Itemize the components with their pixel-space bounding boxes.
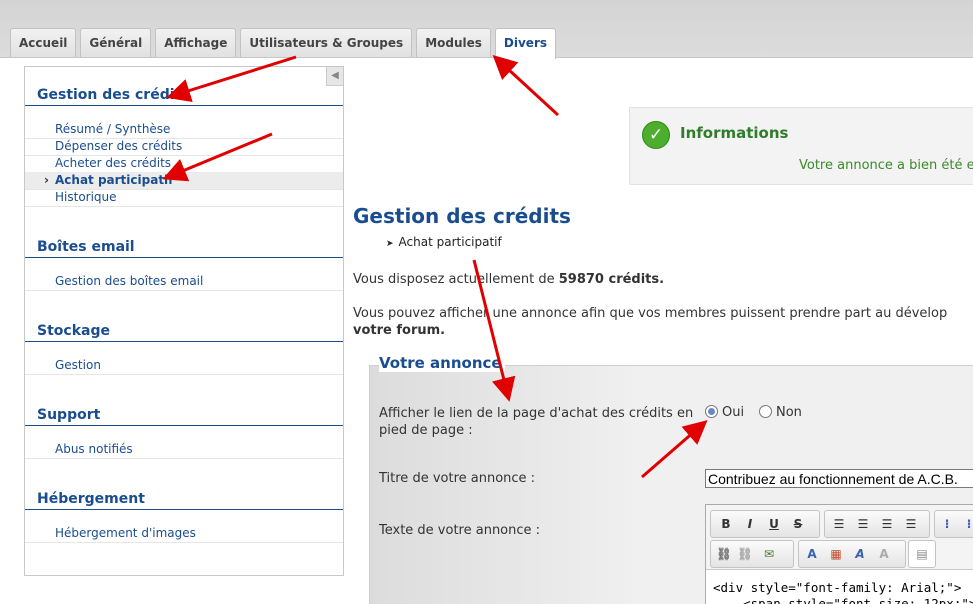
source-toolbar-group: ▤ bbox=[908, 540, 936, 568]
unlink-icon[interactable]: ⛓ bbox=[735, 544, 755, 564]
tab-divers[interactable]: Divers bbox=[494, 28, 557, 59]
sidebar-item-depenser[interactable]: Dépenser des crédits bbox=[25, 138, 343, 156]
source-view-icon[interactable]: ▤ bbox=[912, 544, 932, 564]
align-right-icon[interactable]: ☰ bbox=[877, 514, 897, 534]
email-icon[interactable]: ✉ bbox=[759, 544, 779, 564]
link-icon[interactable]: ⛓ bbox=[714, 544, 734, 564]
sidebar-section-title-credits: Gestion des crédits bbox=[37, 87, 190, 103]
credits-text: Vous disposez actuellement de 59870 créd… bbox=[353, 272, 664, 287]
sidebar-item-label: Résumé / Synthèse bbox=[55, 122, 171, 136]
editor-source-area[interactable]: <div style="font-family: Arial;"> <span … bbox=[706, 569, 973, 604]
show-link-label: Afficher le lien de la page d'achat des … bbox=[379, 405, 693, 439]
credits-value: 59870 crédits. bbox=[558, 272, 665, 287]
style-toolbar-group: A ▦ A A bbox=[798, 540, 906, 568]
tab-modules[interactable]: Modules bbox=[416, 28, 491, 57]
sidebar-item-label: Hébergement d'images bbox=[55, 526, 196, 540]
divider bbox=[25, 425, 343, 426]
bullet-list-icon[interactable]: ⁝ bbox=[937, 514, 957, 534]
bold-icon[interactable]: B bbox=[716, 514, 736, 534]
font-family-icon[interactable]: A bbox=[850, 544, 870, 564]
strikethrough-icon[interactable]: S bbox=[788, 514, 808, 534]
align-toolbar-group: ☰ ☰ ☰ ☰ bbox=[824, 510, 930, 538]
sidebar-item-gestion-email[interactable]: Gestion des boîtes email bbox=[25, 273, 343, 291]
divider bbox=[25, 341, 343, 342]
description-line-1: Vous pouvez afficher une annonce afin qu… bbox=[353, 306, 948, 321]
sidebar-item-label: Acheter des crédits bbox=[55, 156, 172, 170]
tab-affichage[interactable]: Affichage bbox=[155, 28, 237, 57]
sidebar-item-hebergement-images[interactable]: Hébergement d'images bbox=[25, 525, 343, 543]
chevron-right-icon: › bbox=[44, 173, 49, 187]
align-justify-icon[interactable]: ☰ bbox=[901, 514, 921, 534]
font-size-icon[interactable]: A bbox=[802, 544, 822, 564]
align-left-icon[interactable]: ☰ bbox=[829, 514, 849, 534]
fieldset-legend: Votre annonce bbox=[379, 354, 505, 372]
divider bbox=[25, 509, 343, 510]
bullet-arrow-icon: ➤ bbox=[386, 239, 394, 249]
sidebar-item-historique[interactable]: Historique bbox=[25, 189, 343, 207]
list-toolbar-group: ⁝ ⁝ bbox=[934, 510, 973, 538]
title-label: Titre de votre annonce : bbox=[379, 471, 536, 486]
format-toolbar-group: B I U S bbox=[710, 510, 820, 538]
tab-utilisateurs-groupes[interactable]: Utilisateurs & Groupes bbox=[240, 28, 413, 57]
arrow-annotation bbox=[492, 54, 560, 117]
sidebar-item-label: Historique bbox=[55, 190, 117, 204]
sidebar-section-title-stockage: Stockage bbox=[37, 323, 110, 339]
radio-oui[interactable] bbox=[705, 405, 718, 418]
info-box: ✓ Informations Votre annonce a bien été … bbox=[629, 107, 973, 185]
radio-non-label[interactable]: Non bbox=[776, 405, 802, 420]
sidebar-item-abus[interactable]: Abus notifiés bbox=[25, 441, 343, 459]
sidebar-item-achat-participatif[interactable]: › Achat participatif bbox=[25, 172, 343, 190]
show-link-label-line1: Afficher le lien de la page d'achat des … bbox=[379, 406, 694, 421]
numbered-list-icon[interactable]: ⁝ bbox=[959, 514, 973, 534]
title-input[interactable]: Contribuez au fonctionnement de A.C.B. bbox=[705, 469, 973, 488]
italic-icon[interactable]: I bbox=[740, 514, 760, 534]
underline-icon[interactable]: U bbox=[764, 514, 784, 534]
sidebar-section-title-email: Boîtes email bbox=[37, 239, 135, 255]
page-title: Gestion des crédits bbox=[353, 204, 571, 228]
sidebar-item-acheter[interactable]: Acheter des crédits bbox=[25, 155, 343, 173]
clear-format-icon[interactable]: A bbox=[874, 544, 894, 564]
rich-text-editor: B I U S ☰ ☰ ☰ ☰ ⁝ ⁝ ⛓ ⛓ ✉ A ▦ A A ▤ <div… bbox=[705, 504, 973, 604]
sidebar-item-gestion-stockage[interactable]: Gestion bbox=[25, 357, 343, 375]
sidebar-item-label: Gestion bbox=[55, 358, 101, 372]
sidebar-section-title-hebergement: Hébergement bbox=[37, 491, 145, 507]
sidebar-item-label: Dépenser des crédits bbox=[55, 139, 183, 153]
color-picker-icon[interactable]: ▦ bbox=[826, 544, 846, 564]
credits-prefix: Vous disposez actuellement de bbox=[353, 272, 559, 287]
align-center-icon[interactable]: ☰ bbox=[853, 514, 873, 534]
show-link-label-line2: pied de page : bbox=[379, 423, 473, 438]
success-check-icon: ✓ bbox=[642, 121, 670, 149]
admin-tabs: Accueil Général Affichage Utilisateurs &… bbox=[10, 28, 557, 59]
sidebar: ◀ Gestion des crédits Résumé / Synthèse … bbox=[24, 66, 344, 576]
collapse-sidebar-icon[interactable]: ◀ bbox=[326, 67, 343, 86]
radio-non[interactable] bbox=[759, 405, 772, 418]
divider bbox=[25, 257, 343, 258]
radio-oui-label[interactable]: Oui bbox=[722, 405, 744, 420]
breadcrumb-label: Achat participatif bbox=[398, 235, 502, 249]
sidebar-item-label: Abus notifiés bbox=[55, 442, 133, 456]
info-message: Votre annonce a bien été e bbox=[799, 158, 973, 173]
tab-general[interactable]: Général bbox=[80, 28, 152, 57]
description-line-2: votre forum. bbox=[353, 323, 446, 338]
link-toolbar-group: ⛓ ⛓ ✉ bbox=[710, 540, 794, 568]
divider bbox=[25, 105, 343, 106]
admin-topbar: Accueil Général Affichage Utilisateurs &… bbox=[0, 0, 973, 59]
sidebar-section-title-support: Support bbox=[37, 407, 101, 423]
sidebar-item-label: Achat participatif bbox=[55, 173, 174, 187]
breadcrumb: ➤ Achat participatif bbox=[386, 235, 502, 249]
tab-accueil[interactable]: Accueil bbox=[10, 28, 77, 57]
text-label: Texte de votre annonce : bbox=[379, 523, 541, 538]
info-title: Informations bbox=[680, 124, 789, 142]
sidebar-item-resume[interactable]: Résumé / Synthèse bbox=[25, 121, 343, 139]
sidebar-item-label: Gestion des boîtes email bbox=[55, 274, 204, 288]
code-line: <div style="font-family: Arial;"> bbox=[713, 580, 962, 595]
